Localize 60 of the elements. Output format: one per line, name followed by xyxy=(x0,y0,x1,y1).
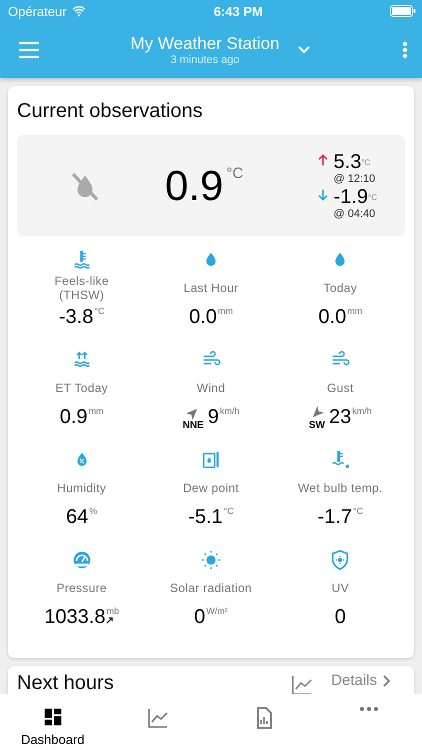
metric-unit: % xyxy=(89,506,98,516)
low-temperature: -1.9$^{°C}$ xyxy=(334,186,377,208)
metric-value: 0.0 xyxy=(189,306,217,329)
carrier-name: Opérateur xyxy=(8,4,67,18)
metric-value: -5.1 xyxy=(188,506,223,529)
metric-value: -3.8 xyxy=(58,306,94,329)
metric-value: -1.7 xyxy=(318,506,352,529)
high-time: @ 12:10 xyxy=(334,172,376,184)
metric-label: Gust xyxy=(326,380,355,397)
line-chart-icon[interactable] xyxy=(291,675,314,695)
metric-unit: mm xyxy=(347,306,362,316)
metric-label: Solar radiation xyxy=(169,580,253,597)
metric-value: 0 xyxy=(334,606,346,629)
metric-label: Wet bulb temp. xyxy=(296,480,384,497)
status-time: 6:43 PM xyxy=(214,4,263,18)
metric-unit: km/h xyxy=(352,406,372,416)
wifi-icon xyxy=(70,4,87,18)
metric-label: Wind xyxy=(196,380,226,397)
metric-value: 1033.8 xyxy=(44,606,106,629)
sun-icon xyxy=(200,549,222,571)
wind-direction: SW xyxy=(308,420,325,431)
dashboard-tab[interactable]: Dashboard xyxy=(0,694,106,750)
metric-label: Feels-like (THSW) xyxy=(53,273,110,304)
metric-unit: mm xyxy=(218,306,233,316)
high-temperature: 5.3$^{°C}$ xyxy=(334,152,372,172)
station-selector[interactable]: My Weather Station 3 minutes ago xyxy=(80,34,362,66)
metric-label: ET Today xyxy=(54,380,109,397)
battery-icon xyxy=(390,5,416,17)
metric-value: 9 xyxy=(208,406,219,429)
low-time: @ 04:40 xyxy=(334,208,376,220)
trend-up-icon xyxy=(105,616,114,625)
metric-value: 0.9 xyxy=(60,406,88,429)
more-options-button[interactable] xyxy=(402,41,408,59)
metric-unit: km/h xyxy=(220,406,240,416)
metric-unit: mm xyxy=(88,406,104,416)
metric-unit: W/m² xyxy=(206,606,228,616)
temperature-value: 0.9 xyxy=(165,162,224,210)
metric-label: Last Hour xyxy=(182,280,240,297)
metric-value: 23 xyxy=(328,406,352,429)
card-title: Next hours xyxy=(17,672,114,695)
metric-value: 0.0 xyxy=(318,306,346,329)
metric-unit: °C xyxy=(353,506,364,516)
chevron-down-icon xyxy=(297,45,312,55)
card-title: Current observations xyxy=(17,100,204,123)
wind-direction: NNE xyxy=(182,420,204,431)
metric-label: Dew point xyxy=(182,480,240,497)
metric-unit: °C xyxy=(94,306,104,316)
metric-value: 64 xyxy=(66,506,88,529)
details-link[interactable]: Details xyxy=(331,672,405,689)
metric-unit: mb xyxy=(106,606,119,616)
metric-label: Today xyxy=(322,280,358,297)
line-chart-icon xyxy=(146,706,170,730)
metric-label: UV xyxy=(330,580,350,597)
metric-label: Pressure xyxy=(55,580,108,597)
temperature-unit: °C xyxy=(226,165,244,182)
metric-label: Humidity xyxy=(56,480,108,497)
chevron-right-icon xyxy=(383,674,391,686)
metric-unit: °C xyxy=(224,506,234,516)
menu-button[interactable] xyxy=(18,41,40,59)
metric-value: 0 xyxy=(194,606,206,629)
